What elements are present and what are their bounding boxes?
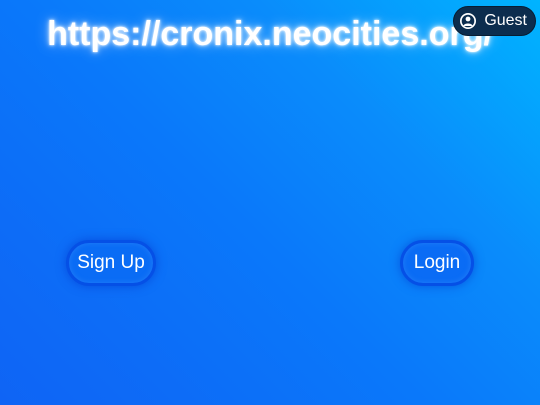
guest-account-button[interactable]: Guest (453, 6, 536, 36)
sign-up-button[interactable]: Sign Up (66, 240, 156, 286)
user-avatar-icon (459, 12, 477, 30)
guest-label: Guest (484, 12, 527, 29)
login-button[interactable]: Login (400, 240, 474, 286)
